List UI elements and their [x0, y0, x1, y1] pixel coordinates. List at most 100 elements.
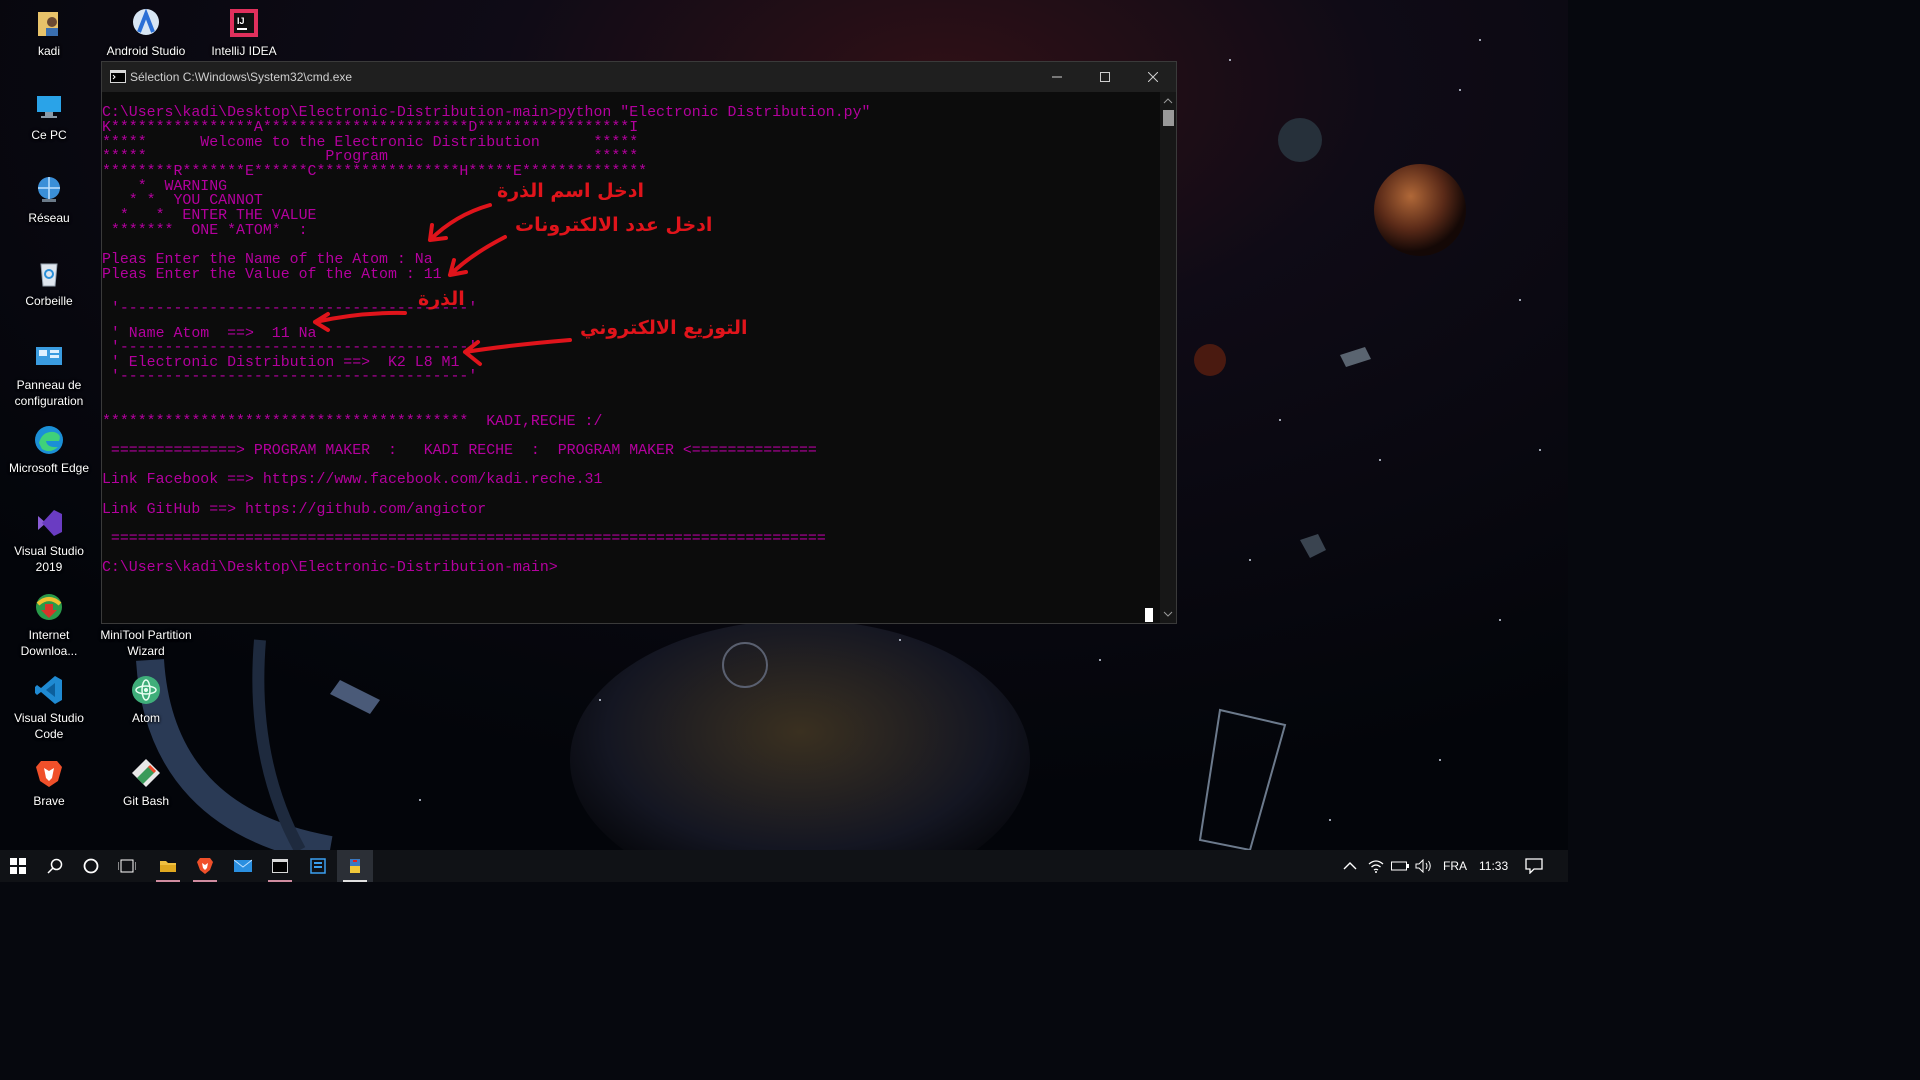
desktop-icon-intellij-idea[interactable]: IJ IntelliJ IDEA — [196, 6, 292, 59]
task-view-icon — [118, 859, 136, 873]
edge-icon — [35, 426, 63, 454]
python-icon — [350, 859, 360, 873]
user-folder-icon — [38, 12, 58, 36]
cortana-button[interactable] — [73, 850, 109, 882]
desktop-icon-panneau-de-configuration[interactable]: Panneau de configuration — [1, 340, 97, 409]
taskbar-app[interactable] — [300, 850, 336, 882]
desktop-icon-ce-pc[interactable]: Ce PC — [1, 90, 97, 143]
taskbar-file-explorer[interactable] — [150, 850, 186, 882]
desktop-icon-git-bash[interactable]: Git Bash — [98, 756, 194, 809]
cmd-icon — [110, 70, 126, 83]
close-icon — [1148, 72, 1158, 82]
brave-icon — [197, 858, 213, 874]
desktop-icon-label: Visual Studio 2019 — [14, 544, 84, 574]
console-line: ==============> PROGRAM MAKER : KADI REC… — [102, 443, 817, 459]
desktop-icon-label: Corbeille — [25, 294, 73, 308]
maximize-button[interactable] — [1082, 62, 1128, 92]
internet-download-manager-icon — [36, 594, 62, 620]
search-button[interactable] — [37, 850, 73, 882]
console-line: ****************************************… — [102, 414, 603, 430]
language-indicator[interactable]: FRA — [1443, 859, 1467, 873]
svg-text:IJ: IJ — [237, 16, 245, 26]
scroll-up-icon[interactable] — [1163, 96, 1173, 106]
cmd-titlebar[interactable]: Sélection C:\Windows\System32\cmd.exe — [102, 62, 1176, 92]
console-line: ***** Welcome to the Electronic Distribu… — [102, 135, 639, 151]
desktop-icon-label: Internet Downloa... — [20, 628, 78, 658]
android-studio-icon — [133, 8, 159, 35]
console-line: C:\Users\kadi\Desktop\Electronic-Distrib… — [102, 105, 871, 121]
desktop-icon-kadi[interactable]: kadi — [1, 6, 97, 59]
console-line: Pleas Enter the Value of the Atom : 11 — [102, 267, 442, 283]
vertical-scrollbar[interactable] — [1160, 92, 1176, 623]
console-line: '---------------------------------------… — [102, 369, 478, 385]
close-button[interactable] — [1130, 62, 1176, 92]
desktop-icon-reseau[interactable]: Réseau — [1, 173, 97, 226]
console-line: ' Electronic Distribution ==> K2 L8 M1 — [102, 355, 460, 371]
desktop-icon-label: Réseau — [28, 211, 70, 225]
chevron-up-icon[interactable] — [1343, 861, 1357, 871]
battery-icon[interactable] — [1391, 860, 1409, 872]
console-line: * * ENTER THE VALUE — [102, 208, 317, 224]
desktop-icon-label: Git Bash — [122, 794, 170, 808]
desktop-icon-brave[interactable]: Brave — [1, 756, 97, 809]
console-line: Link Facebook ==> https://www.facebook.c… — [102, 472, 603, 488]
notifications-icon[interactable] — [1525, 858, 1543, 874]
cortana-icon — [83, 858, 99, 874]
taskbar-mail[interactable] — [225, 850, 261, 882]
cmd-window[interactable]: Sélection C:\Windows\System32\cmd.exe C:… — [101, 61, 1177, 624]
text-cursor — [1145, 608, 1153, 622]
mail-icon — [234, 859, 252, 872]
console-line: Link GitHub ==> https://github.com/angic… — [102, 502, 487, 518]
app-icon — [310, 858, 326, 874]
file-explorer-icon — [160, 861, 176, 872]
taskbar-cmd[interactable] — [262, 850, 298, 882]
console-line: '---------------------------------------… — [102, 340, 478, 356]
taskbar: FRA 11:33 — [0, 850, 1568, 882]
console-line: * WARNING — [102, 179, 228, 195]
desktop-icon-visual-studio-2019[interactable]: Visual Studio 2019 — [1, 506, 97, 575]
annotation-atom: الذرة — [418, 288, 465, 310]
recycle-bin-icon — [40, 263, 58, 287]
task-view-button[interactable] — [109, 850, 145, 882]
volume-icon[interactable] — [1415, 859, 1433, 873]
desktop-icon-internet-download-manager[interactable]: Internet Downloa... — [1, 590, 97, 659]
desktop-icon-microsoft-edge[interactable]: Microsoft Edge — [1, 423, 97, 476]
console-line: ********R*******E******C****************… — [102, 164, 648, 180]
console-output[interactable]: C:\Users\kadi\Desktop\Electronic-Distrib… — [102, 92, 1160, 623]
desktop-icon-android-studio[interactable]: Android Studio — [98, 6, 194, 59]
desktop-icon-visual-studio-code[interactable]: Visual Studio Code — [1, 673, 97, 742]
maximize-icon — [1100, 72, 1110, 82]
minimize-button[interactable] — [1034, 62, 1080, 92]
console-line: * * YOU CANNOT — [102, 193, 263, 209]
console-line: ' Name Atom ==> 11 Na — [102, 326, 317, 342]
console-line: C:\Users\kadi\Desktop\Electronic-Distrib… — [102, 560, 558, 576]
desktop-icon-label: IntelliJ IDEA — [211, 44, 277, 58]
window-title: Sélection C:\Windows\System32\cmd.exe — [130, 70, 353, 84]
network-icon — [38, 177, 60, 202]
taskbar-brave[interactable] — [187, 850, 223, 882]
console-line: K****************A**********************… — [102, 120, 639, 136]
vscode-icon — [35, 676, 62, 704]
console-line: Pleas Enter the Name of the Atom : Na — [102, 252, 433, 268]
desktop-icon-label: Android Studio — [106, 44, 186, 58]
start-icon — [10, 858, 26, 874]
start-button[interactable] — [0, 850, 36, 882]
active-indicator — [268, 880, 292, 882]
console-line: ******* ONE *ATOM* : — [102, 223, 308, 239]
desktop-icon-label: Brave — [33, 794, 65, 808]
console-line: ========================================… — [102, 531, 826, 547]
active-indicator — [343, 880, 367, 882]
atom-icon — [132, 676, 160, 704]
taskbar-python[interactable] — [337, 850, 373, 882]
active-indicator — [156, 880, 180, 882]
desktop-icon-corbeille[interactable]: Corbeille — [1, 256, 97, 309]
clock[interactable]: 11:33 — [1479, 859, 1508, 873]
wifi-icon[interactable] — [1368, 859, 1384, 873]
control-panel-icon — [36, 347, 62, 365]
cmd-icon — [272, 859, 288, 873]
git-bash-icon — [132, 759, 160, 787]
desktop-icon-atom[interactable]: Atom — [98, 673, 194, 726]
annotation-electronic-distribution: التوزيع الالكتروني — [580, 317, 748, 339]
scrollbar-thumb[interactable] — [1163, 110, 1174, 126]
scroll-down-icon[interactable] — [1163, 609, 1173, 619]
